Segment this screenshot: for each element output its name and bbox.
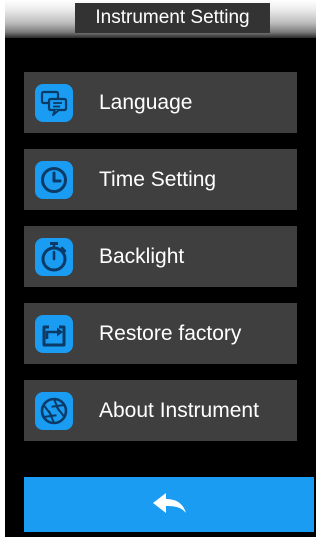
back-button[interactable] — [24, 477, 314, 532]
menu-item-time-setting[interactable]: Time Setting — [24, 149, 297, 210]
device-screen: Instrument Setting Language Time Setting — [5, 0, 316, 537]
menu-item-restore-factory[interactable]: Restore factory — [24, 303, 297, 364]
language-icon — [35, 84, 73, 122]
menu-item-about-instrument[interactable]: About Instrument — [24, 380, 297, 441]
menu-item-language[interactable]: Language — [24, 72, 297, 133]
menu-item-label: Restore factory — [99, 322, 242, 345]
menu-item-label: About Instrument — [99, 399, 259, 422]
menu-item-label: Time Setting — [99, 168, 217, 191]
restore-icon — [35, 315, 73, 353]
aperture-icon — [35, 392, 73, 430]
title-bar: Instrument Setting — [5, 0, 316, 38]
menu-item-label: Language — [99, 91, 193, 114]
stopwatch-icon — [35, 238, 73, 276]
clock-icon — [35, 161, 73, 199]
menu-item-label: Backlight — [99, 245, 185, 268]
menu-item-backlight[interactable]: Backlight — [24, 226, 297, 287]
page-title: Instrument Setting — [75, 3, 270, 33]
